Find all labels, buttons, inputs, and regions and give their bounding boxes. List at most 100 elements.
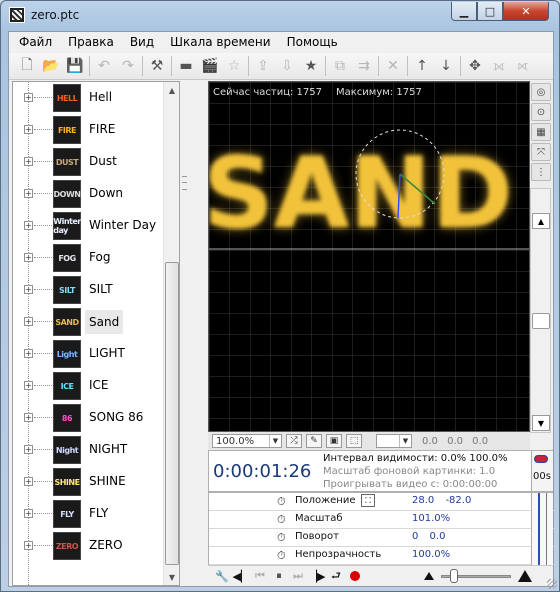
copy-icon[interactable]: ⧉ — [328, 55, 352, 77]
frames-icon[interactable]: ▣ — [326, 434, 342, 448]
expand-plus-icon[interactable]: + — [24, 413, 33, 422]
settings-icon[interactable]: 🔧 — [214, 568, 230, 584]
slider-knob[interactable] — [450, 569, 459, 583]
to-start-icon[interactable]: ⏮ — [252, 568, 268, 584]
background-scale[interactable]: Масштаб фоновой картинки: 1.0 — [323, 466, 495, 477]
zoom-out-icon[interactable] — [424, 572, 434, 580]
expand-plus-icon[interactable]: + — [24, 509, 33, 518]
effect-item[interactable]: + ZERO ZERO — [13, 530, 163, 562]
viewport-scroll-thumb[interactable] — [532, 313, 550, 329]
expand-plus-icon[interactable]: + — [24, 445, 33, 454]
expand-plus-icon[interactable]: + — [24, 349, 33, 358]
zoom-select[interactable]: 100.0% ▼ — [212, 434, 282, 448]
property-row[interactable]: ⏱ Масштаб 101.0% — [209, 511, 554, 529]
property-value[interactable]: 100.0% — [412, 549, 450, 560]
expand-plus-icon[interactable]: + — [24, 221, 33, 230]
folder-icon[interactable]: ▬ — [174, 55, 198, 77]
expand-plus-icon[interactable]: + — [24, 125, 33, 134]
effect-item[interactable]: + Winter day Winter Day — [13, 210, 163, 242]
panel-splitter[interactable] — [181, 81, 188, 586]
resize-grip-icon[interactable] — [547, 579, 557, 589]
effect-item[interactable]: +86 SONG 86 — [13, 402, 163, 434]
menu-item-0[interactable]: Файл — [11, 35, 60, 49]
property-row[interactable]: ⏱ Поворот 0 0.0 — [209, 529, 554, 547]
undo-icon[interactable]: ↶ — [92, 55, 116, 77]
guides-icon[interactable]: ⋮ — [531, 163, 551, 181]
property-track[interactable] — [531, 529, 553, 547]
effect-item[interactable]: + SAND Sand — [13, 306, 163, 338]
export-icon[interactable]: ⇪ — [251, 55, 275, 77]
effect-item[interactable]: + SHINE SHINE — [13, 466, 163, 498]
unlink-icon[interactable]: ⟖ — [511, 55, 535, 77]
effect-item[interactable]: + FIRE FIRE — [13, 114, 163, 146]
property-track[interactable] — [531, 493, 553, 511]
stopwatch-icon[interactable]: ⏱ — [277, 495, 286, 509]
link-icon[interactable]: ⟗ — [487, 55, 511, 77]
viewport-scrollbar[interactable]: ▲ ▼ — [530, 188, 551, 433]
tree-scroll-thumb[interactable] — [165, 262, 179, 565]
effect-item[interactable]: + SILT SILT — [13, 274, 163, 306]
effect-item[interactable]: + HELL Hell — [13, 82, 163, 114]
minimize-button[interactable]: ▁ — [451, 2, 477, 21]
expand-plus-icon[interactable]: + — [24, 285, 33, 294]
shuffle-icon[interactable]: ⤮ — [286, 434, 302, 448]
next-keyframe-icon[interactable]: ▕▶ — [309, 568, 326, 584]
property-row[interactable]: ⏱ Положение ⛶ 28.0 -82.0 — [209, 493, 554, 511]
tree-scrollbar[interactable]: ▲ ▼ — [163, 82, 179, 585]
expand-plus-icon[interactable]: + — [24, 253, 33, 262]
move-icon[interactable]: ⇉ — [352, 55, 376, 77]
preview-canvas[interactable]: SAND SAND — [209, 82, 530, 432]
close-button[interactable]: ✕ — [503, 2, 549, 21]
maximize-button[interactable]: □ — [477, 2, 503, 21]
add-star-icon[interactable]: ★ — [299, 55, 323, 77]
open-folder-icon[interactable]: 📂 — [39, 55, 63, 77]
visibility-interval[interactable]: Интервал видимости: 0.0% 100.0% — [323, 453, 508, 464]
prev-keyframe-icon[interactable]: ◀▏ — [233, 568, 250, 584]
stopwatch-icon[interactable]: ⏱ — [277, 531, 286, 545]
expand-plus-icon[interactable]: + — [24, 541, 33, 550]
brush-icon[interactable]: ✎ — [306, 434, 322, 448]
effect-item[interactable]: + Night NIGHT — [13, 434, 163, 466]
loop-icon[interactable]: ⮐ — [328, 568, 344, 584]
effect-item[interactable]: + DUST Dust — [13, 146, 163, 178]
effect-item[interactable]: + Light LIGHT — [13, 338, 163, 370]
scroll-up-arrow-icon[interactable]: ▲ — [164, 82, 180, 98]
viewport-scroll-up-icon[interactable]: ▲ — [532, 213, 550, 229]
effect-item[interactable]: + DOWN Down — [13, 178, 163, 210]
pause-icon[interactable]: ⏸ — [271, 568, 287, 584]
property-value[interactable]: 101.0% — [412, 513, 450, 524]
headphones-icon[interactable]: ◎ — [531, 83, 551, 101]
save-icon[interactable]: 💾 — [63, 55, 87, 77]
grid-icon[interactable]: ▦ — [531, 123, 551, 141]
arrow-up-icon[interactable]: ↑ — [410, 55, 434, 77]
stopwatch-icon[interactable]: ⏱ — [277, 513, 286, 527]
property-row[interactable]: ⏱ Непрозрачность 100.0% — [209, 547, 554, 565]
link-xy-icon[interactable]: ⛶ — [361, 494, 375, 507]
scroll-down-arrow-icon[interactable]: ▼ — [164, 569, 180, 585]
delete-icon[interactable]: ✕ — [381, 55, 405, 77]
preview-viewport[interactable]: SAND SAND Сейчас частиц: 1757 Максимум: 1… — [208, 81, 530, 432]
to-end-icon[interactable]: ⏭ — [290, 568, 306, 584]
expand-plus-icon[interactable]: + — [24, 317, 33, 326]
splitter-grip-icon[interactable] — [182, 176, 187, 190]
redo-icon[interactable]: ↷ — [116, 55, 140, 77]
menu-item-3[interactable]: Шкала времени — [162, 35, 278, 49]
expand-plus-icon[interactable]: + — [24, 93, 33, 102]
selection-icon[interactable]: ⬚ — [346, 434, 362, 448]
menu-item-1[interactable]: Правка — [60, 35, 122, 49]
color-select[interactable]: ▼ — [376, 434, 412, 448]
effect-item[interactable]: + FLY FLY — [13, 498, 163, 530]
title-bar[interactable]: zero.ptc ▁ □ ✕ — [1, 1, 559, 31]
property-track[interactable] — [531, 547, 553, 565]
zoom-in-icon[interactable] — [518, 570, 532, 582]
clapper-icon[interactable]: 🎬 — [198, 55, 222, 77]
timeline-ruler[interactable]: 00s — [531, 451, 553, 491]
move-all-icon[interactable]: ✥ — [463, 55, 487, 77]
play-video-from[interactable]: Проигрывать видео с: 0:00:00:00 — [323, 479, 497, 490]
menu-item-4[interactable]: Помощь — [279, 35, 346, 49]
arrow-down-icon[interactable]: ↓ — [434, 55, 458, 77]
property-value[interactable]: 0 0.0 — [412, 531, 445, 542]
property-track[interactable] — [531, 511, 553, 529]
menu-item-2[interactable]: Вид — [122, 35, 162, 49]
target-icon[interactable]: ⊙ — [531, 103, 551, 121]
